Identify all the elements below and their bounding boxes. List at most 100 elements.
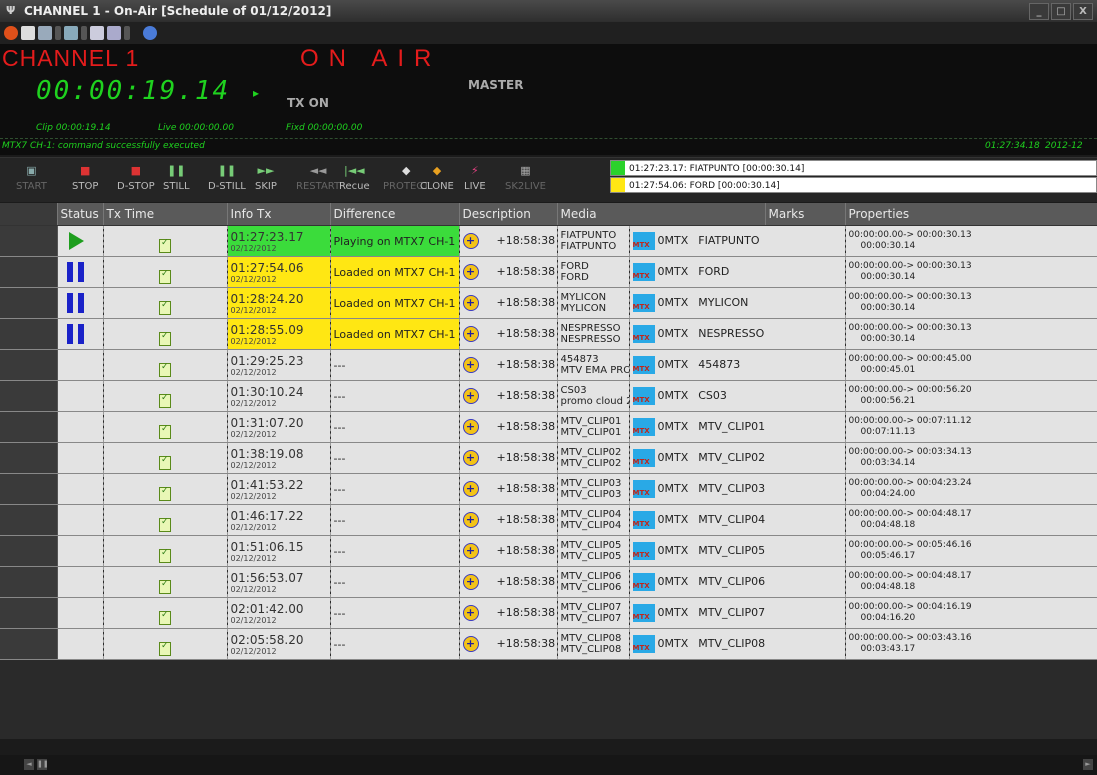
schedule-row[interactable]: 01:46:17.2202/12/2012---++18:58:38MTV_CL… [0,504,1097,536]
clone-button[interactable]: ◆ CLONE [420,164,454,192]
row-selector[interactable] [0,442,58,474]
window-icon[interactable] [21,26,35,40]
d-still-button[interactable]: ❚❚ D-STILL [208,164,246,192]
media-name: MTV_CLIP02 [698,451,766,464]
scroll-pause-button[interactable]: ❚❚ [37,759,49,770]
doc-cell [103,256,228,288]
row-selector[interactable] [0,411,58,443]
schedule-row[interactable]: 01:28:55.0902/12/2012Loaded on MTX7 CH-1… [0,318,1097,350]
row-selector[interactable] [0,318,58,350]
difference-cell: + +18:58:38 [459,380,558,412]
row-selector[interactable] [0,349,58,381]
status-cell [57,349,104,381]
tx-status: TX ON [287,96,329,110]
description-cell: FORD FORD [557,256,630,288]
control-label: START [16,181,47,192]
dropdown-arrow-icon[interactable] [124,26,130,40]
column-header-marks[interactable]: Marks [765,203,846,226]
column-header-media[interactable]: Media [557,203,766,226]
row-selector[interactable] [0,504,58,536]
control-label: STOP [72,181,99,192]
row-selector[interactable] [0,628,58,660]
media-cell: MTX 0MTX MTV_CLIP08 [629,628,846,660]
scroll-left-button[interactable]: ◄ [24,759,34,770]
marks-range: 00:00:00.00-> 00:00:56.20 [848,385,972,395]
schedule-row[interactable]: 01:38:19.0802/12/2012---++18:58:38MTV_CL… [0,442,1097,474]
layout-icon[interactable] [64,26,78,40]
next-up-item[interactable]: 01:27:54.06: FORD [00:00:30.14] [610,177,1097,193]
bottom-scrollbar: ◄ ❚❚ ► [0,755,1097,775]
next-up-item[interactable]: 01:27:23.17: FIATPUNTO [00:00:30.14] [610,160,1097,176]
schedule-row[interactable]: 01:28:24.2002/12/2012Loaded on MTX7 CH-1… [0,287,1097,319]
row-selector[interactable] [0,473,58,505]
tx-time-cell: 01:28:24.20 02/12/2012 [227,287,331,319]
tx-time: 01:28:55.09 [230,322,304,337]
help-icon[interactable] [143,26,157,40]
control-label: D-STILL [208,181,246,192]
schedule-row[interactable]: 02:01:42.0002/12/2012---++18:58:38MTV_CL… [0,597,1097,629]
next-up-swatch [611,178,625,192]
description-line1: MTV_CLIP03 [560,478,622,489]
info-tx-cell: Loaded on MTX7 CH-1 [330,256,460,288]
minimize-button[interactable]: _ [1029,3,1049,20]
media-code: 0MTX [657,296,689,309]
media-cell: MTX 0MTX MTV_CLIP05 [629,535,846,567]
schedule-row[interactable]: 01:29:25.2302/12/2012---++18:58:38454873… [0,349,1097,381]
schedule-row[interactable]: 01:31:07.2002/12/2012---++18:58:38MTV_CL… [0,411,1097,443]
difference-value: +18:58:38 [496,265,556,278]
description-line1: MTV_CLIP07 [560,602,622,613]
schedule-grid: Status Tx Time Info Tx Difference Descri… [0,203,1097,739]
d-stop-button[interactable]: ■ D-STOP [117,164,155,192]
info-tx-cell: --- [330,504,460,536]
row-selector[interactable] [0,566,58,598]
still-button[interactable]: ❚❚ STILL [163,164,190,192]
column-header-info-tx[interactable]: Info Tx [227,203,331,226]
row-selector[interactable] [0,535,58,567]
media-name: MTV_CLIP08 [698,637,766,650]
live-button[interactable]: ⚡ LIVE [464,164,486,192]
grid-icon[interactable] [107,26,121,40]
record-icon[interactable] [4,26,18,40]
difference-value: +18:58:38 [496,358,556,371]
status-cell [57,225,104,257]
stop-icon: ■ [79,164,91,177]
control-label: LIVE [464,181,486,192]
monitor-icon[interactable] [38,26,52,40]
skip-button[interactable]: ►► SKIP [255,164,277,192]
column-header-difference[interactable]: Difference [330,203,460,226]
schedule-row[interactable]: 01:56:53.0702/12/2012---++18:58:38MTV_CL… [0,566,1097,598]
tx-time-cell: 01:27:54.06 02/12/2012 [227,256,331,288]
sk2live-button[interactable]: ▦ SK2LIVE [505,164,546,192]
description-line1: MTV_CLIP05 [560,540,622,551]
recue-button[interactable]: |◄◄ Recue [339,164,370,192]
list-icon[interactable] [90,26,104,40]
schedule-row[interactable]: 02:05:58.2002/12/2012---++18:58:38MTV_CL… [0,628,1097,660]
row-selector[interactable] [0,287,58,319]
row-selector[interactable] [0,256,58,288]
media-code: 0MTX [657,575,689,588]
schedule-row[interactable]: 01:41:53.2202/12/2012---++18:58:38MTV_CL… [0,473,1097,505]
schedule-row[interactable]: 01:30:10.2402/12/2012---++18:58:38CS03pr… [0,380,1097,412]
schedule-row[interactable]: 01:27:23.1702/12/2012Playing on MTX7 CH-… [0,225,1097,257]
tx-time: 01:56:53.07 [230,570,304,585]
dropdown-arrow-icon[interactable] [55,26,61,40]
maximize-button[interactable]: □ [1051,3,1071,20]
stop-button[interactable]: ■ STOP [72,164,98,192]
dropdown-arrow-icon[interactable] [81,26,87,40]
row-selector[interactable] [0,380,58,412]
scroll-right-button[interactable]: ► [1083,759,1093,770]
schedule-row[interactable]: 01:51:06.1502/12/2012---++18:58:38MTV_CL… [0,535,1097,567]
row-selector[interactable] [0,597,58,629]
difference-cell: + +18:58:38 [459,287,558,319]
column-header-description[interactable]: Description [459,203,558,226]
column-header-properties[interactable]: Properties [845,203,1097,226]
column-header-tx-time[interactable]: Tx Time [103,203,228,226]
column-header-status[interactable]: Status [57,203,104,226]
marks-duration: 00:04:48.18 [860,520,916,530]
row-selector[interactable] [0,225,58,257]
restart-button[interactable]: ◄◄ RESTART [296,164,340,192]
start-button[interactable]: ▣ START [16,164,47,192]
close-button[interactable]: X [1073,3,1093,20]
schedule-row[interactable]: 01:27:54.0602/12/2012Loaded on MTX7 CH-1… [0,256,1097,288]
mtx-logo-icon: MTX [632,325,655,343]
